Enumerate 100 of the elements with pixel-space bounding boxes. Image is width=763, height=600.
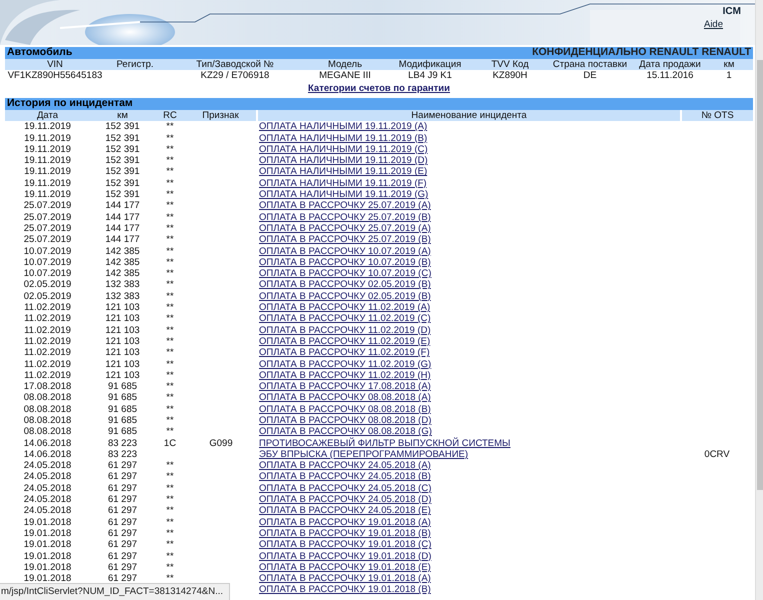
help-link[interactable]: Aide: [704, 18, 723, 32]
table-cell-text: 24.05.2018: [22, 460, 72, 472]
table-cell-text: **: [165, 358, 175, 370]
incident-link[interactable]: ЭБУ ВПРЫСКА (ПЕРЕПРОГРАММИРОВАНИЕ): [259, 448, 468, 460]
table-cell-text: 19.11.2019: [23, 188, 72, 200]
incident-link[interactable]: ОПЛАТА В РАССРОЧКУ 11.02.2019 (G): [259, 358, 432, 370]
warranty-link[interactable]: Категории счетов по гарантии: [308, 83, 450, 94]
incident-link[interactable]: ОПЛАТА В РАССРОЧКУ 08.08.2018 (G): [259, 426, 432, 438]
table-cell-text: 152 391: [104, 178, 141, 189]
incident-link[interactable]: ОПЛАТА В РАССРОЧКУ 10.07.2019 (C): [259, 268, 432, 280]
table-cell-text: **: [165, 222, 175, 234]
scrollbar[interactable]: [755, 0, 763, 600]
incident-link[interactable]: ОПЛАТА НАЛИЧНЫМИ 19.11.2019 (E): [259, 166, 428, 178]
table-cell-text: 121 103: [104, 370, 141, 381]
table-cell-text: 121 103: [104, 313, 141, 324]
incident-link[interactable]: ОПЛАТА В РАССРОЧКУ 11.02.2019 (E): [259, 336, 430, 347]
incident-link[interactable]: ОПЛАТА В РАССРОЧКУ 19.01.2018 (A): [259, 516, 431, 528]
incident-link[interactable]: ОПЛАТА В РАССРОЧКУ 19.01.2018 (E): [259, 562, 431, 573]
incident-link[interactable]: ОПЛАТА В РАССРОЧКУ 11.02.2019 (F): [259, 347, 430, 358]
table-cell-text: 121 103: [104, 302, 141, 314]
column-header: км: [705, 58, 753, 70]
incident-link[interactable]: ОПЛАТА В РАССРОЧКУ 02.05.2019 (B): [259, 290, 431, 302]
column-header: RC: [155, 110, 185, 122]
table-cell-text: **: [165, 539, 175, 550]
table-cell-text: 152 391: [104, 132, 141, 144]
section-title: История по инцидентам: [7, 98, 133, 110]
incident-link[interactable]: ОПЛАТА В РАССРОЧКУ 08.08.2018 (D): [259, 415, 432, 426]
incident-link[interactable]: ОПЛАТА НАЛИЧНЫМИ 19.11.2019 (C): [259, 144, 428, 155]
table-cell-text: 24.05.2018: [22, 505, 72, 517]
incident-link[interactable]: ОПЛАТА В РАССРОЧКУ 11.02.2019 (C): [259, 313, 431, 324]
table-cell-text: **: [165, 290, 175, 302]
incident-link[interactable]: ОПЛАТА В РАССРОЧКУ 08.08.2018 (B): [259, 404, 431, 415]
table-cell-text: 121 103: [104, 347, 141, 358]
incident-link[interactable]: ОПЛАТА В РАССРОЧКУ 19.01.2018 (B): [259, 528, 431, 539]
table-cell-text: 61 297: [106, 494, 138, 506]
table-cell-text: 0CRV: [703, 448, 731, 460]
incident-link[interactable]: ПРОТИВОСАЖЕВЫЙ ФИЛЬТР ВЫПУСКНОЙ СИСТЕМЫ: [259, 438, 510, 449]
incident-link[interactable]: ОПЛАТА В РАССРОЧКУ 24.05.2018 (D): [259, 494, 432, 506]
table-cell-text: 61 297: [106, 539, 138, 550]
incident-link[interactable]: ОПЛАТА НАЛИЧНЫМИ 19.11.2019 (B): [259, 132, 428, 144]
incident-link[interactable]: ОПЛАТА НАЛИЧНЫМИ 19.11.2019 (D): [259, 155, 428, 166]
column-header: Модификация: [385, 58, 475, 70]
incident-link[interactable]: ОПЛАТА В РАССРОЧКУ 10.07.2019 (B): [259, 256, 431, 268]
incident-link[interactable]: ОПЛАТА В РАССРОЧКУ 11.02.2019 (H): [259, 370, 431, 381]
incident-link[interactable]: ОПЛАТА НАЛИЧНЫМИ 19.11.2019 (A): [259, 121, 428, 132]
table-cell-text: 83 223: [106, 437, 138, 449]
table-cell-text: 61 297: [106, 516, 138, 528]
table-cell-text: 91 685: [106, 414, 138, 426]
table-cell-text: **: [165, 245, 175, 257]
table-cell-text: 08.08.2018: [22, 414, 72, 426]
incident-link[interactable]: ОПЛАТА В РАССРОЧКУ 19.01.2018 (B): [259, 584, 431, 596]
incident-link[interactable]: ОПЛАТА В РАССРОЧКУ 10.07.2019 (A): [259, 246, 431, 257]
table-cell-text: **: [165, 562, 175, 574]
incident-link[interactable]: ОПЛАТА В РАССРОЧКУ 25.07.2019 (A): [259, 200, 431, 212]
table-cell-text: 121 103: [104, 336, 141, 348]
table-cell-text: 08.08.2018: [22, 426, 72, 438]
table-cell-text: 11.02.2019: [23, 347, 72, 358]
scrollbar-thumb[interactable]: [757, 60, 763, 490]
table-cell-text: 144 177: [104, 212, 141, 223]
incident-link[interactable]: ОПЛАТА НАЛИЧНЫМИ 19.11.2019 (G): [259, 189, 428, 200]
table-cell-text: 61 297: [106, 471, 138, 483]
table-cell-text: 19.11.2019: [23, 166, 72, 178]
table-cell-text: 142 385: [104, 256, 141, 268]
table-cell-text: 19.01.2018: [22, 528, 72, 540]
incident-link[interactable]: ОПЛАТА В РАССРОЧКУ 19.01.2018 (D): [259, 550, 432, 562]
confidential-label: КОНФИДЕНЦИАЛЬНО RENAULT RENAULT: [532, 47, 751, 58]
incident-link[interactable]: ОПЛАТА В РАССРОЧКУ 02.05.2019 (B): [259, 279, 431, 290]
incident-link[interactable]: ОПЛАТА НАЛИЧНЫМИ 19.11.2019 (F): [259, 178, 427, 189]
table-cell-text: 02.05.2019: [22, 279, 72, 291]
table-cell-text: **: [165, 302, 175, 314]
incident-link[interactable]: ОПЛАТА В РАССРОЧКУ 24.05.2018 (A): [259, 460, 431, 472]
table-cell-text: 08.08.2018: [22, 404, 72, 415]
incident-link[interactable]: ОПЛАТА В РАССРОЧКУ 24.05.2018 (E): [259, 505, 431, 516]
incident-link[interactable]: ОПЛАТА В РАССРОЧКУ 24.05.2018 (C): [259, 482, 432, 494]
incident-link[interactable]: ОПЛАТА В РАССРОЧКУ 19.01.2018 (A): [259, 573, 431, 584]
incident-link[interactable]: ОПЛАТА В РАССРОЧКУ 08.08.2018 (A): [259, 392, 431, 404]
incident-link[interactable]: ОПЛАТА В РАССРОЧКУ 17.08.2018 (A): [259, 381, 431, 392]
table-cell-text: **: [165, 166, 175, 178]
column-header: км: [90, 110, 155, 122]
incident-link[interactable]: ОПЛАТА В РАССРОЧКУ 25.07.2019 (A): [259, 222, 431, 234]
table-cell-text: 83 223: [106, 448, 138, 460]
table-cell-text: 152 391: [104, 144, 141, 156]
table-cell-text: 19.01.2018: [22, 516, 72, 528]
table-cell-text: 19.01.2018: [22, 539, 72, 550]
table-cell-text: 19.01.2018: [22, 562, 72, 574]
table-cell-text: 121 103: [104, 358, 141, 370]
incident-link[interactable]: ОПЛАТА В РАССРОЧКУ 24.05.2018 (B): [259, 471, 431, 482]
table-cell-text: **: [165, 392, 175, 404]
table-cell-text: **: [165, 178, 175, 189]
table-cell-text: 61 297: [106, 528, 138, 540]
incident-link[interactable]: ОПЛАТА В РАССРОЧКУ 11.02.2019 (D): [259, 324, 431, 336]
table-cell-text: **: [165, 573, 175, 584]
table-cell-text: **: [165, 200, 175, 212]
incident-link[interactable]: ОПЛАТА В РАССРОЧКУ 11.02.2019 (A): [259, 302, 430, 314]
incident-link[interactable]: ОПЛАТА В РАССРОЧКУ 19.01.2018 (C): [259, 539, 432, 550]
status-url: m/jsp/IntCliServlet?NUM_ID_FACT=381314274&N...: [0, 582, 230, 600]
incident-link[interactable]: ОПЛАТА В РАССРОЧКУ 25.07.2019 (B): [259, 234, 431, 246]
incident-link[interactable]: ОПЛАТА В РАССРОЧКУ 25.07.2019 (B): [259, 212, 431, 223]
table-cell-text: 19.11.2019: [23, 144, 72, 156]
table-cell-text: 17.08.2018: [22, 380, 72, 392]
